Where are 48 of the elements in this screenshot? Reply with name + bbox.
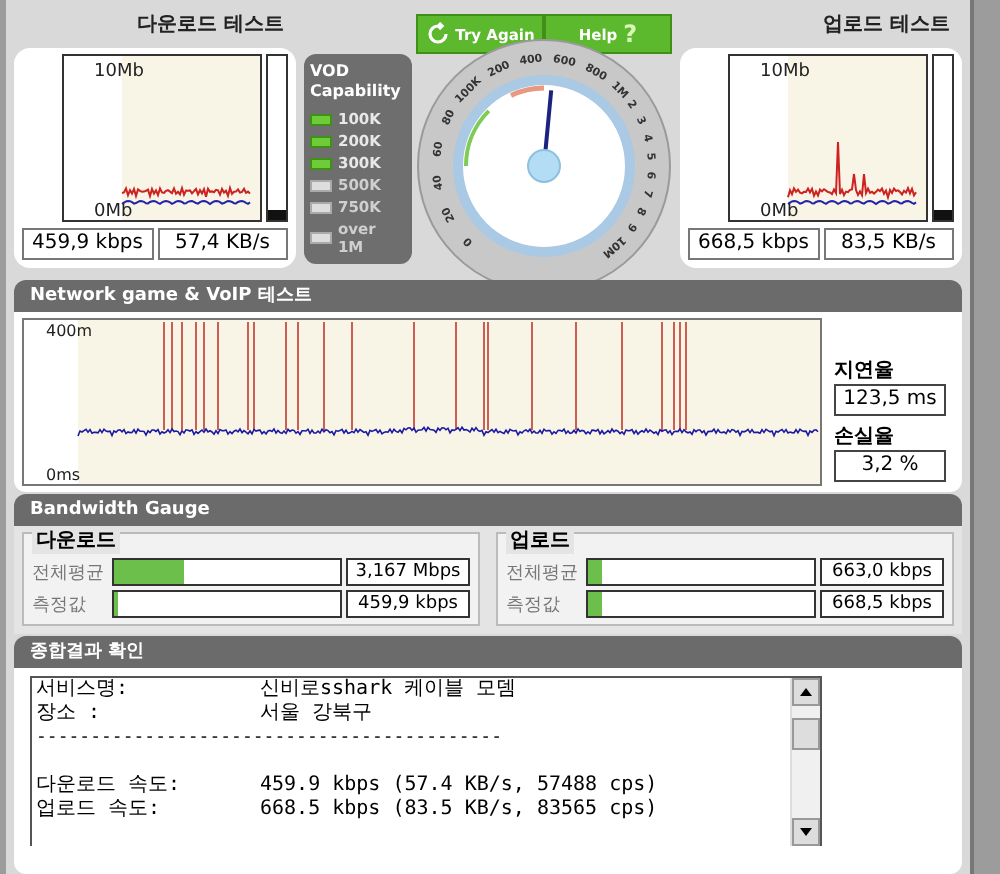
section-header: Network game & VoIP 테스트 [14,280,962,312]
summary-label: 업로드 속도: [36,798,163,822]
axis-label: 0ms [46,466,81,484]
scroll-up-icon[interactable] [792,678,820,706]
stat-label: 손실율 [834,424,896,450]
gauge-label: 측정값 [506,593,562,617]
needle-hub [527,149,561,183]
readout-value: 459,9 kbps [22,228,153,260]
question-icon: ? [623,20,638,48]
dashed-rule: ------------------------------------------- [36,726,502,750]
scroll-down-icon[interactable] [792,818,820,846]
vod-title: VOD Capability [310,62,403,102]
group-title: 다운로드 [32,526,120,554]
gauge-value: 3,167 Mbps [346,558,470,586]
gauge-label: 전체평균 [506,561,580,585]
axis-label: 10Mb [760,62,810,82]
peak-arc [510,85,545,98]
scrollbar[interactable] [790,678,820,846]
summary-label: 장소 : [36,702,103,726]
summary-value: 668.5 kbps (83.5 KB/s, 83565 cps) [260,798,658,822]
section-header: Bandwidth Gauge [14,494,962,526]
stat-value: 123,5 ms [834,384,946,416]
refresh-icon [425,22,450,46]
readout-value: 83,5 KB/s [823,228,954,260]
gauge-value: 668,5 kbps [820,590,944,618]
gauge-label: 전체평균 [32,561,106,585]
axis-label: 400m [46,322,93,340]
readout-value: 668,5 kbps [688,228,819,260]
summary-value: 서울 강북구 [260,702,373,726]
gauge-value: 663,0 kbps [820,558,944,586]
summary-value: 신비로sshark 케이블 모뎀 [260,678,517,702]
axis-label: 0Mb [94,202,133,222]
readout-value: 57,4 KB/s [157,228,288,260]
axis-label: 10Mb [94,62,144,82]
section-header: 종합결과 확인 [14,636,962,668]
summary-label: 서비스명: [36,678,131,702]
panel-title: 업로드 테스트 [821,12,952,36]
panel-title: 다운로드 테스트 [135,12,286,36]
group-title: 업로드 [506,526,574,554]
summary-label: 다운로드 속도: [36,774,183,798]
stat-value: 3,2 % [834,450,946,482]
gauge-value: 459,9 kbps [346,590,470,618]
range-arc [464,109,491,167]
stat-label: 지연율 [834,358,896,384]
gauge-label: 측정값 [32,593,88,617]
axis-label: 0Mb [760,202,799,222]
summary-value: 459.9 kbps (57.4 KB/s, 57488 cps) [260,774,658,798]
scroll-thumb[interactable] [792,718,820,750]
